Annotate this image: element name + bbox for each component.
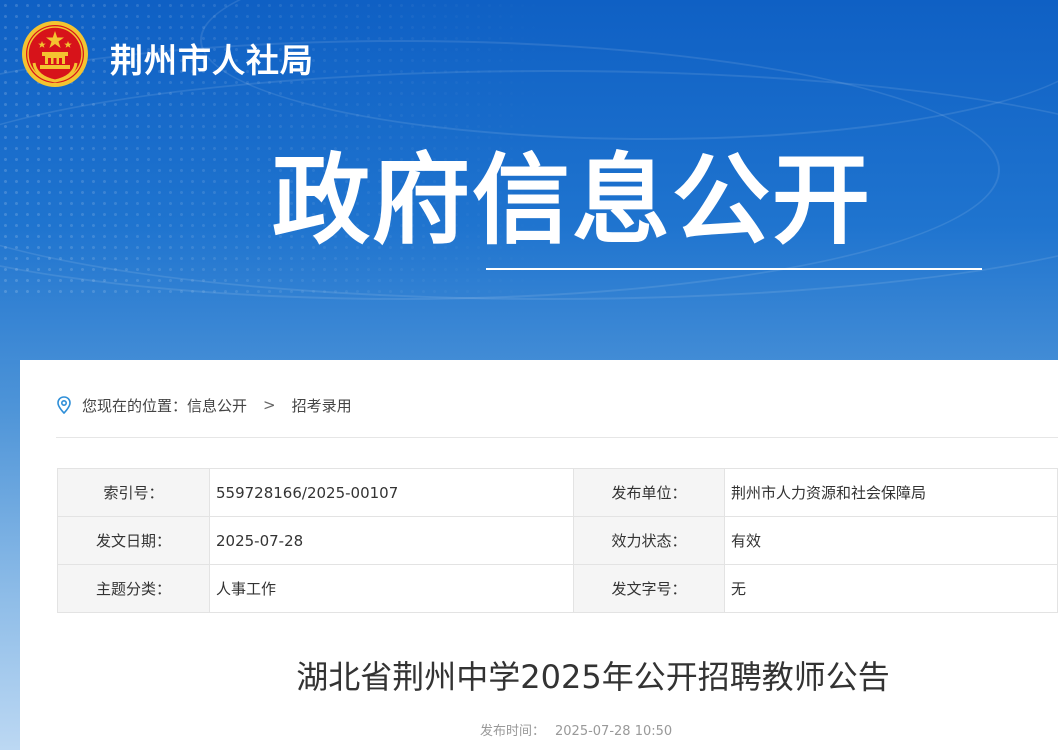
breadcrumb-item-info-disclosure[interactable]: 信息公开 [187, 395, 247, 416]
breadcrumb-item-recruitment[interactable]: 招考录用 [292, 395, 352, 416]
table-row: 主题分类： 人事工作 发文字号： 无 [57, 564, 1058, 613]
table-row: 发文日期： 2025-07-28 效力状态： 有效 [57, 516, 1058, 565]
publish-time: 发布时间： 2025-07-28 10:50 [480, 720, 672, 739]
meta-key-index-number: 索引号： [57, 468, 210, 517]
hero-underline [486, 268, 982, 270]
breadcrumb-separator: > [263, 396, 276, 414]
meta-key-issue-date: 发文日期： [57, 516, 210, 565]
meta-value-topic: 人事工作 [209, 564, 574, 613]
meta-value-index-number: 559728166/2025-00107 [209, 468, 574, 517]
national-emblem-icon [22, 21, 88, 87]
meta-key-topic: 主题分类： [57, 564, 210, 613]
publish-time-label: 发布时间： [480, 724, 546, 739]
hero-title: 政府信息公开 [272, 144, 873, 258]
meta-value-issue-date: 2025-07-28 [209, 516, 574, 565]
breadcrumb-prefix: 您现在的位置： [82, 396, 188, 415]
site-name[interactable]: 荆州市人社局 [110, 34, 314, 82]
meta-key-validity: 效力状态： [573, 516, 725, 565]
meta-value-publisher: 荆州市人力资源和社会保障局 [724, 468, 1058, 517]
meta-value-document-number: 无 [724, 564, 1058, 613]
meta-key-publisher: 发布单位： [573, 468, 725, 517]
document-meta-table: 索引号： 559728166/2025-00107 发布单位： 荆州市人力资源和… [57, 468, 1058, 613]
content-panel: 您现在的位置： 信息公开 > 招考录用 索引号： 559728166/2025-… [20, 360, 1058, 750]
table-row: 索引号： 559728166/2025-00107 发布单位： 荆州市人力资源和… [57, 468, 1058, 517]
breadcrumb-divider [56, 437, 1058, 438]
breadcrumb: 您现在的位置： 信息公开 > 招考录用 [56, 394, 352, 416]
location-pin-icon [57, 396, 71, 414]
publish-time-value: 2025-07-28 10:50 [555, 724, 673, 739]
meta-value-validity: 有效 [724, 516, 1058, 565]
article-title: 湖北省荆州中学2025年公开招聘教师公告 [296, 658, 890, 696]
meta-key-document-number: 发文字号： [573, 564, 725, 613]
